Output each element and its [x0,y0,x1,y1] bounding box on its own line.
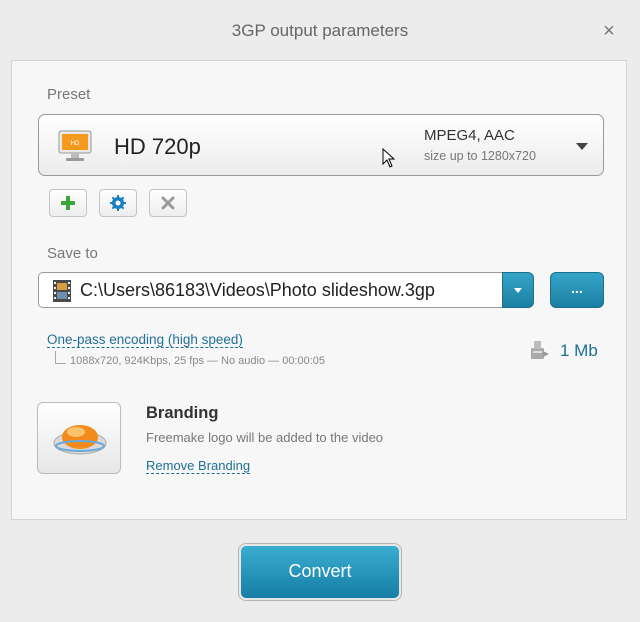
dialog-title: 3GP output parameters [231,21,409,40]
save-path-dropdown-button[interactable] [502,272,534,308]
encoding-mode-link[interactable]: One-pass encoding (high speed) [47,332,243,348]
x-icon [161,196,175,210]
browse-button[interactable]: ... [550,272,604,308]
file-size-value: 1 Mb [560,341,598,360]
save-path-input[interactable]: C:\Users\86183\Videos\Photo slideshow.3g… [38,272,507,308]
chevron-down-icon [514,288,522,293]
branding-title: Branding [146,404,219,422]
encoding-details: 1088x720, 924Kbps, 25 fps — No audio — 0… [70,355,326,367]
preset-size: size up to 1280x720 [424,149,536,163]
save-to-label: Save to [47,245,98,262]
title-bar: 3GP output parameters × [0,0,640,60]
settings-panel: Preset HD HD 720p MPEG4, AAC size up to … [11,60,627,520]
convert-button[interactable]: Convert [239,544,401,600]
edit-preset-button[interactable] [99,189,137,217]
add-preset-button[interactable] [49,189,87,217]
preset-label: Preset [47,86,91,103]
preset-codec: MPEG4, AAC [424,127,515,144]
gear-icon [110,195,126,211]
svg-text:HD: HD [71,141,80,147]
hd-monitor-icon: HD [57,130,95,169]
freemake-logo-icon [53,425,107,455]
file-size-icon [528,339,550,366]
branding-description: Freemake logo will be added to the video [146,430,384,445]
tree-connector [55,351,66,364]
remove-branding-link[interactable]: Remove Branding [146,458,251,474]
close-button[interactable]: × [598,20,620,42]
delete-preset-button[interactable] [149,189,187,217]
chevron-down-icon [576,143,588,150]
film-icon [53,280,71,307]
preset-name: HD 720p [114,134,201,159]
save-path-text: C:\Users\86183\Videos\Photo slideshow.3g… [80,280,435,300]
preset-dropdown[interactable]: HD HD 720p MPEG4, AAC size up to 1280x72… [38,114,604,176]
plus-icon [61,196,75,210]
mouse-cursor-icon [382,147,396,173]
branding-logo-tile [37,402,121,474]
